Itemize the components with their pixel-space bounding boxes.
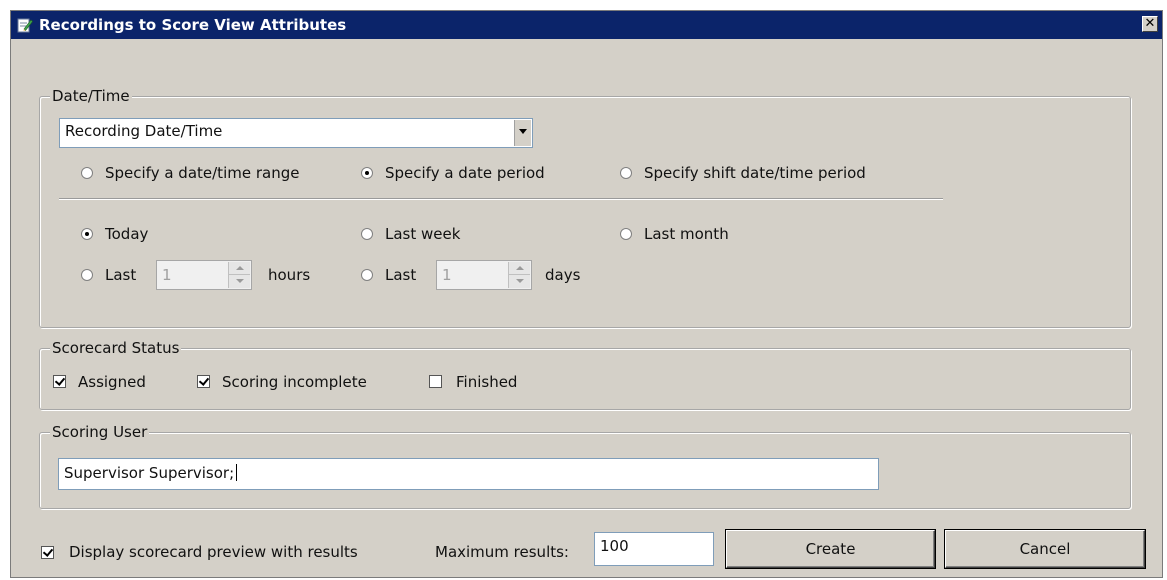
max-results-label: Maximum results: [435,543,569,561]
scoring-user-legend: Scoring User [50,423,150,441]
checkbox-scoring-incomplete[interactable] [197,375,210,388]
scoring-user-input[interactable]: Supervisor Supervisor; [58,458,879,490]
dialog-window: Recordings to Score View Attributes ✕ Da… [10,10,1163,578]
scorecard-status-group: Scorecard Status Assigned Scoring incomp… [39,339,1131,410]
datetime-group: Date/Time Recording Date/Time Specify a … [39,87,1131,328]
datetime-legend: Date/Time [50,87,132,105]
hours-stepper[interactable]: 1 [156,260,252,290]
radio-last-month[interactable] [620,228,632,240]
scorecard-status-legend: Scorecard Status [50,339,182,357]
title-bar: Recordings to Score View Attributes ✕ [11,11,1162,39]
radio-last-week-label: Last week [385,225,461,243]
create-button[interactable]: Create [726,530,935,568]
scoring-user-value: Supervisor Supervisor; [64,464,238,482]
checkbox-finished-label: Finished [456,373,518,391]
date-type-dropdown[interactable]: Recording Date/Time [59,118,533,148]
checkbox-display-preview[interactable] [41,546,54,559]
spin-down-icon[interactable] [509,275,530,288]
close-icon[interactable]: ✕ [1142,16,1158,32]
spin-up-icon[interactable] [509,262,530,275]
days-value: 1 [442,266,452,284]
scoring-user-group: Scoring User Supervisor Supervisor; [39,423,1131,509]
radio-date-period[interactable] [361,167,373,179]
hours-value: 1 [162,266,172,284]
edit-icon [17,17,33,33]
separator [59,198,943,200]
radio-last-hours-label: Last [105,266,137,284]
max-results-input[interactable]: 100 [594,532,714,566]
spin-down-icon[interactable] [229,275,250,288]
radio-today-label: Today [105,225,149,243]
radio-last-days-label: Last [385,266,417,284]
radio-date-time-range-label: Specify a date/time range [105,164,300,182]
days-stepper[interactable]: 1 [436,260,532,290]
hours-spin-buttons [228,262,250,288]
spin-up-icon[interactable] [229,262,250,275]
radio-date-time-range[interactable] [81,167,93,179]
checkbox-scoring-incomplete-label: Scoring incomplete [222,373,367,391]
checkbox-finished[interactable] [429,375,442,388]
checkbox-assigned-label: Assigned [78,373,146,391]
text-caret [236,464,238,481]
radio-date-period-label: Specify a date period [385,164,545,182]
days-spin-buttons [508,262,530,288]
max-results-value: 100 [600,537,629,555]
checkbox-assigned[interactable] [53,375,66,388]
radio-last-week[interactable] [361,228,373,240]
radio-last-hours[interactable] [81,269,93,281]
hours-unit-label: hours [268,266,311,284]
date-type-value: Recording Date/Time [65,122,223,140]
radio-last-days[interactable] [361,269,373,281]
radio-shift-period[interactable] [620,167,632,179]
cancel-button[interactable]: Cancel [945,530,1145,568]
radio-today[interactable] [81,228,93,240]
chevron-down-icon[interactable] [514,120,531,146]
days-unit-label: days [545,266,581,284]
window-title: Recordings to Score View Attributes [39,16,347,34]
radio-shift-period-label: Specify shift date/time period [644,164,866,182]
radio-last-month-label: Last month [644,225,729,243]
display-preview-label: Display scorecard preview with results [69,543,358,561]
